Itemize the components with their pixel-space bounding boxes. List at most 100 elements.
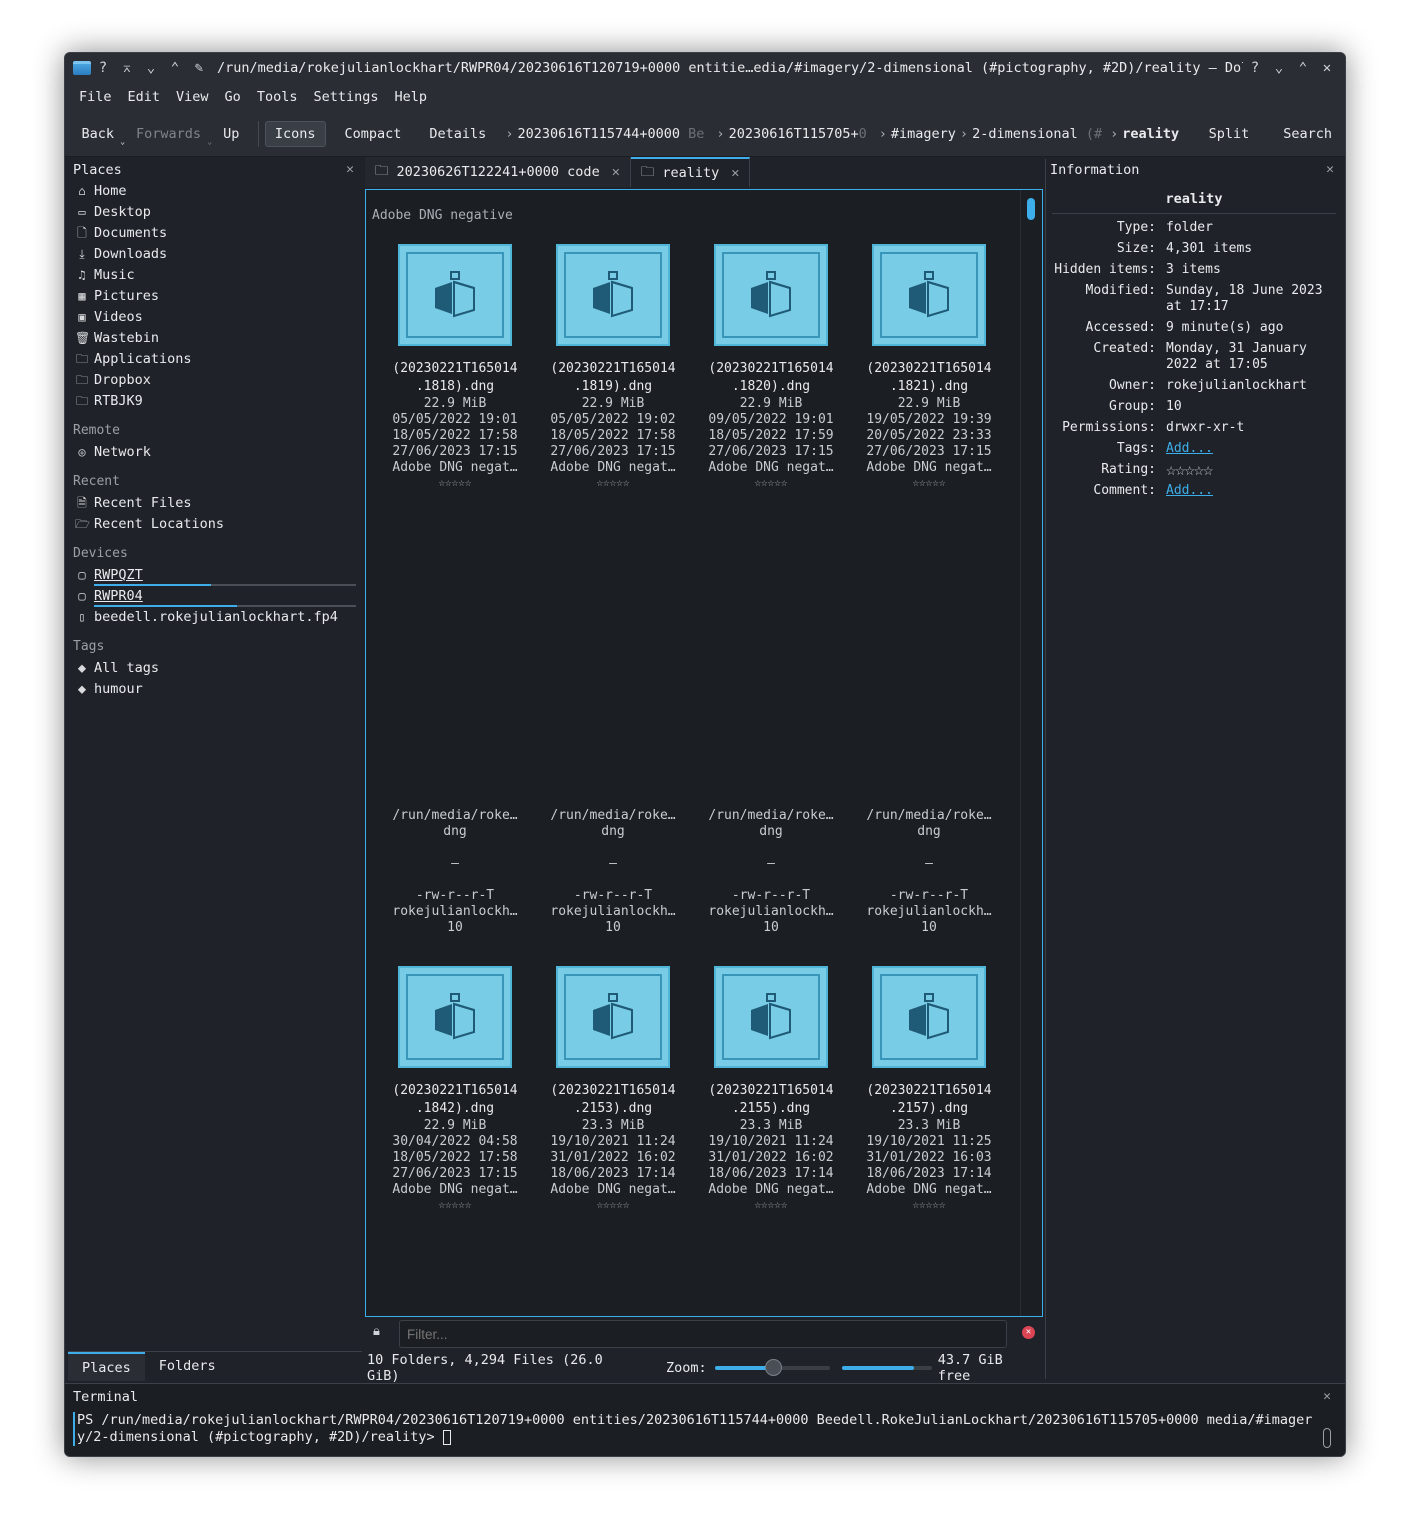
sidebar-item-rwpr04[interactable]: ▢ RWPR04 [68, 586, 362, 607]
sidebar-item-rwpqzt[interactable]: ▢ RWPQZT [68, 565, 362, 586]
info-value: 9 minute(s) ago [1166, 320, 1284, 335]
sidebar-item-desktop[interactable]: ▭ Desktop [68, 202, 362, 223]
search-button[interactable]: Search [1274, 122, 1341, 146]
file-type: Adobe DNG negat… [392, 1182, 518, 1197]
tab-reality[interactable]: 🗀 reality ✕ [630, 157, 751, 187]
file-item[interactable]: (20230221T165014.1821).dng 22.9 MiB 19/05/… [854, 244, 1004, 490]
minimize-button[interactable]: ⌄ [1267, 60, 1291, 76]
sidebar-item-applications[interactable]: 🗀 Applications [68, 349, 362, 370]
breadcrumb-item[interactable]: 20230616T115705+0 [729, 126, 867, 142]
tab-places[interactable]: Places [68, 1352, 145, 1381]
sidebar-item-music[interactable]: ♫ Music [68, 265, 362, 286]
pin-icon[interactable]: ✎ [187, 60, 211, 76]
keep-above-icon[interactable]: ⌅ [115, 60, 139, 76]
split-button[interactable]: Split [1200, 122, 1259, 146]
close-tab-icon[interactable]: ✕ [731, 165, 739, 181]
sidebar-item-all-tags[interactable]: ⬥ All tags [68, 658, 362, 679]
help-button[interactable]: ? [1243, 60, 1267, 76]
add-comment-link[interactable]: Add... [1166, 483, 1213, 498]
menu-view[interactable]: View [168, 89, 217, 105]
file-item[interactable]: (20230221T165014.1818).dng 22.9 MiB 05/05/… [380, 244, 530, 490]
filter-input[interactable] [399, 1320, 1007, 1348]
maximize-button[interactable]: ⌃ [1291, 60, 1315, 76]
sidebar-item-recent-files[interactable]: 🗎 Recent Files [68, 493, 362, 514]
details-view-button[interactable]: Details [420, 122, 495, 146]
tab-folders[interactable]: Folders [145, 1352, 230, 1381]
terminal-scrollbar[interactable] [1323, 1428, 1331, 1448]
sidebar-item-downloads[interactable]: ⤓ Downloads [68, 244, 362, 265]
up-button[interactable]: Up [214, 122, 248, 146]
file-item[interactable]: (20230221T165014.2157).dng 23.3 MiB 19/10/… [854, 966, 1004, 1212]
breadcrumb-item[interactable]: 20230616T115744+0000 Be [517, 126, 704, 142]
sidebar-item-recent-locations[interactable]: 🗁 Recent Locations [68, 514, 362, 535]
sidebar-item-wastebin[interactable]: 🗑 Wastebin [68, 328, 362, 349]
menu-settings[interactable]: Settings [305, 89, 386, 105]
file-type: Adobe DNG negat… [866, 460, 992, 475]
file-view[interactable]: Adobe DNG negative (20230221T165014.1818… [365, 189, 1043, 1317]
sidebar-item-documents[interactable]: 🗋 Documents [68, 223, 362, 244]
info-row: Permissions: drwxr-xr-t [1046, 420, 1342, 436]
close-icon[interactable]: ✕ [1323, 1389, 1331, 1404]
terminal-prompt: PS /run/media/rokejulianlockhart/RWPR04/… [77, 1412, 1313, 1445]
add-tags-link[interactable]: Add... [1166, 441, 1213, 456]
file-size: 23.3 MiB [739, 1118, 803, 1133]
close-window-button[interactable]: ✕ [1315, 60, 1339, 76]
zoom-slider[interactable] [714, 1359, 831, 1376]
sidebar-item-videos[interactable]: ▣ Videos [68, 307, 362, 328]
menu-tools[interactable]: Tools [249, 89, 306, 105]
sidebar-item-rtbjk9[interactable]: 🗀 RTBJK9 [68, 391, 362, 412]
keep-below-icon[interactable]: ⌄ [139, 60, 163, 76]
sidebar-item-beedell-rokejulianlockhart-fp4[interactable]: ▯ beedell.rokejulianlockhart.fp4 [68, 607, 362, 628]
file-item[interactable]: (20230221T165014.2153).dng 23.3 MiB 19/10/… [538, 966, 688, 1212]
rating-stars: ☆☆☆☆☆ [912, 476, 946, 489]
tab-code[interactable]: 🗀 20230626T122241+0000 code ✕ [365, 157, 631, 187]
rating-stars[interactable]: ☆☆☆☆☆ [1166, 462, 1342, 479]
close-tab-icon[interactable]: ✕ [612, 164, 620, 180]
sidebar-item-network[interactable]: ◎ Network [68, 442, 362, 463]
terminal-output[interactable]: PS /run/media/rokejulianlockhart/RWPR04/… [73, 1412, 1313, 1446]
sidebar-item-label: RTBJK9 [94, 393, 143, 409]
breadcrumb-current[interactable]: reality [1122, 126, 1179, 142]
lock-icon[interactable]: 🔒︎ [373, 1324, 380, 1339]
sidebar-item-label: All tags [94, 660, 160, 676]
icons-view-button[interactable]: Icons [264, 120, 326, 147]
breadcrumb-item[interactable]: #imagery [891, 126, 956, 142]
back-button[interactable]: Back ⌄ [73, 122, 126, 146]
tab-label: 20230626T122241+0000 code [396, 164, 600, 180]
places-list: ⌂ Home ▭ Desktop 🗋 Documents ⤓ Downloads ♫ Music ▦… [68, 181, 362, 700]
file-name: (20230221T165014.2153).dng [550, 1083, 676, 1116]
menu-file[interactable]: File [71, 89, 120, 105]
folder-icon: 🗀 [375, 162, 389, 179]
breadcrumb-item[interactable]: 2-dimensional (# [972, 126, 1102, 142]
file-date: 05/05/2022 19:02 [550, 412, 676, 427]
vertical-scrollbar[interactable] [1020, 190, 1042, 1316]
zoom-slider-handle[interactable] [764, 1359, 782, 1376]
clear-filter-icon[interactable]: ✕ [1022, 1326, 1035, 1339]
documents-icon: 🗋 [77, 226, 87, 240]
sidebar-item-pictures[interactable]: ▦ Pictures [68, 286, 362, 307]
sidebar-item-label: RWPR04 [94, 588, 143, 604]
file-item[interactable]: (20230221T165014.1842).dng 22.9 MiB 30/04/… [380, 966, 530, 1212]
help-icon[interactable]: ? [91, 60, 115, 76]
sidebar-item-humour[interactable]: ⬥ humour [68, 679, 362, 700]
menu-edit[interactable]: Edit [120, 89, 169, 105]
filter-bar: 🔒︎ ✕ [365, 1318, 1043, 1350]
sidebar-item-dropbox[interactable]: 🗀 Dropbox [68, 370, 362, 391]
file-item[interactable]: (20230221T165014.1819).dng 22.9 MiB 05/05/… [538, 244, 688, 490]
sidebar-item-label: Documents [94, 225, 168, 241]
file-extra-metadata: /run/media/roke… dng – -rw-r--r-T rokejulian… [866, 808, 992, 935]
menu-go[interactable]: Go [217, 89, 249, 105]
scrollbar-handle[interactable] [1027, 198, 1035, 220]
sidebar-item-home[interactable]: ⌂ Home [68, 181, 362, 202]
file-extra-metadata: /run/media/roke… dng – -rw-r--r-T rokejulian… [550, 808, 676, 935]
shade-icon[interactable]: ⌃ [163, 60, 187, 76]
forwards-button[interactable]: Forwards ⌄ [127, 122, 212, 146]
close-icon[interactable]: ✕ [1326, 159, 1334, 181]
rating-stars: ☆☆☆☆☆ [438, 476, 472, 489]
compact-view-button[interactable]: Compact [336, 122, 411, 146]
file-item[interactable]: (20230221T165014.2155).dng 23.3 MiB 19/10/… [696, 966, 846, 1212]
menu-help[interactable]: Help [386, 89, 435, 105]
file-item[interactable]: (20230221T165014.1820).dng 22.9 MiB 09/05/… [696, 244, 846, 490]
close-icon[interactable]: ✕ [346, 159, 354, 181]
sidebar-item-label: Home [94, 183, 127, 199]
